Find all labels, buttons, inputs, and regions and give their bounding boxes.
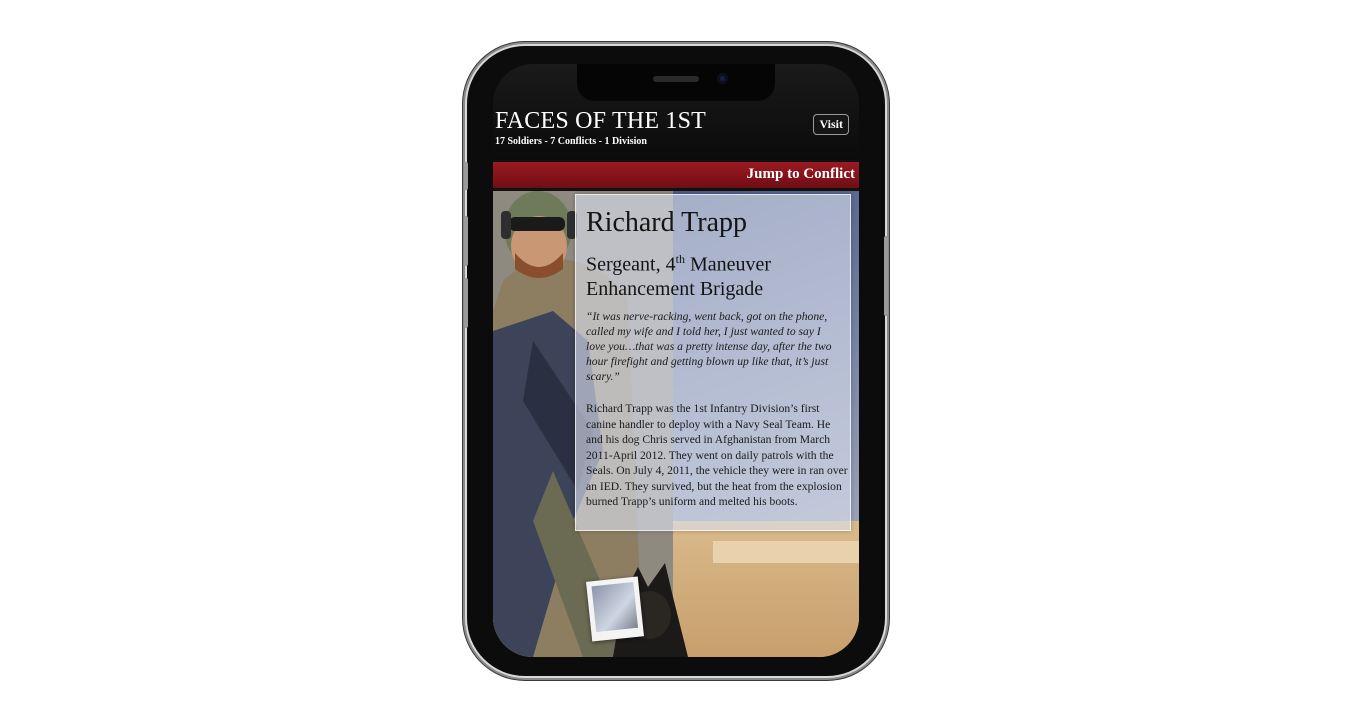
site-title[interactable]: FACES OF THE 1ST <box>495 108 706 135</box>
phone-screen: FACES OF THE 1ST 17 Soldiers - 7 Conflic… <box>493 64 859 657</box>
site-subtitle: 17 Soldiers - 7 Conflicts - 1 Division <box>495 136 647 147</box>
phone-frame: FACES OF THE 1ST 17 Soldiers - 7 Conflic… <box>464 46 888 676</box>
side-button-power <box>884 236 888 316</box>
soldier-rank: Sergeant, 4th Maneuver Enhancement Briga… <box>586 247 844 301</box>
soldier-profile: Richard Trapp Sergeant, 4th Maneuver Enh… <box>493 191 859 657</box>
rank-prefix: Sergeant, 4 <box>586 253 676 276</box>
notch <box>577 64 775 101</box>
photo-thumbnail[interactable] <box>586 576 644 642</box>
background-crate-edge <box>713 541 859 563</box>
side-button-silent <box>464 162 468 190</box>
conflict-nav-bar: Jump to Conflict <box>493 162 859 188</box>
soldier-quote: “It was nerve-racking, went back, got on… <box>586 310 832 383</box>
visit-button[interactable]: Visit <box>813 114 849 135</box>
speaker-grille <box>653 76 699 82</box>
side-button-volume-up <box>464 216 468 266</box>
side-button-volume-down <box>464 278 468 328</box>
profile-info-panel: Richard Trapp Sergeant, 4th Maneuver Enh… <box>575 194 851 531</box>
jump-to-conflict-button[interactable]: Jump to Conflict <box>747 166 855 183</box>
thumbnail-image <box>591 581 639 633</box>
front-camera <box>717 73 728 84</box>
rank-ordinal: th <box>675 252 685 266</box>
soldier-bio: Richard Trapp was the 1st Infantry Divis… <box>586 402 848 508</box>
soldier-name: Richard Trapp <box>586 207 747 238</box>
